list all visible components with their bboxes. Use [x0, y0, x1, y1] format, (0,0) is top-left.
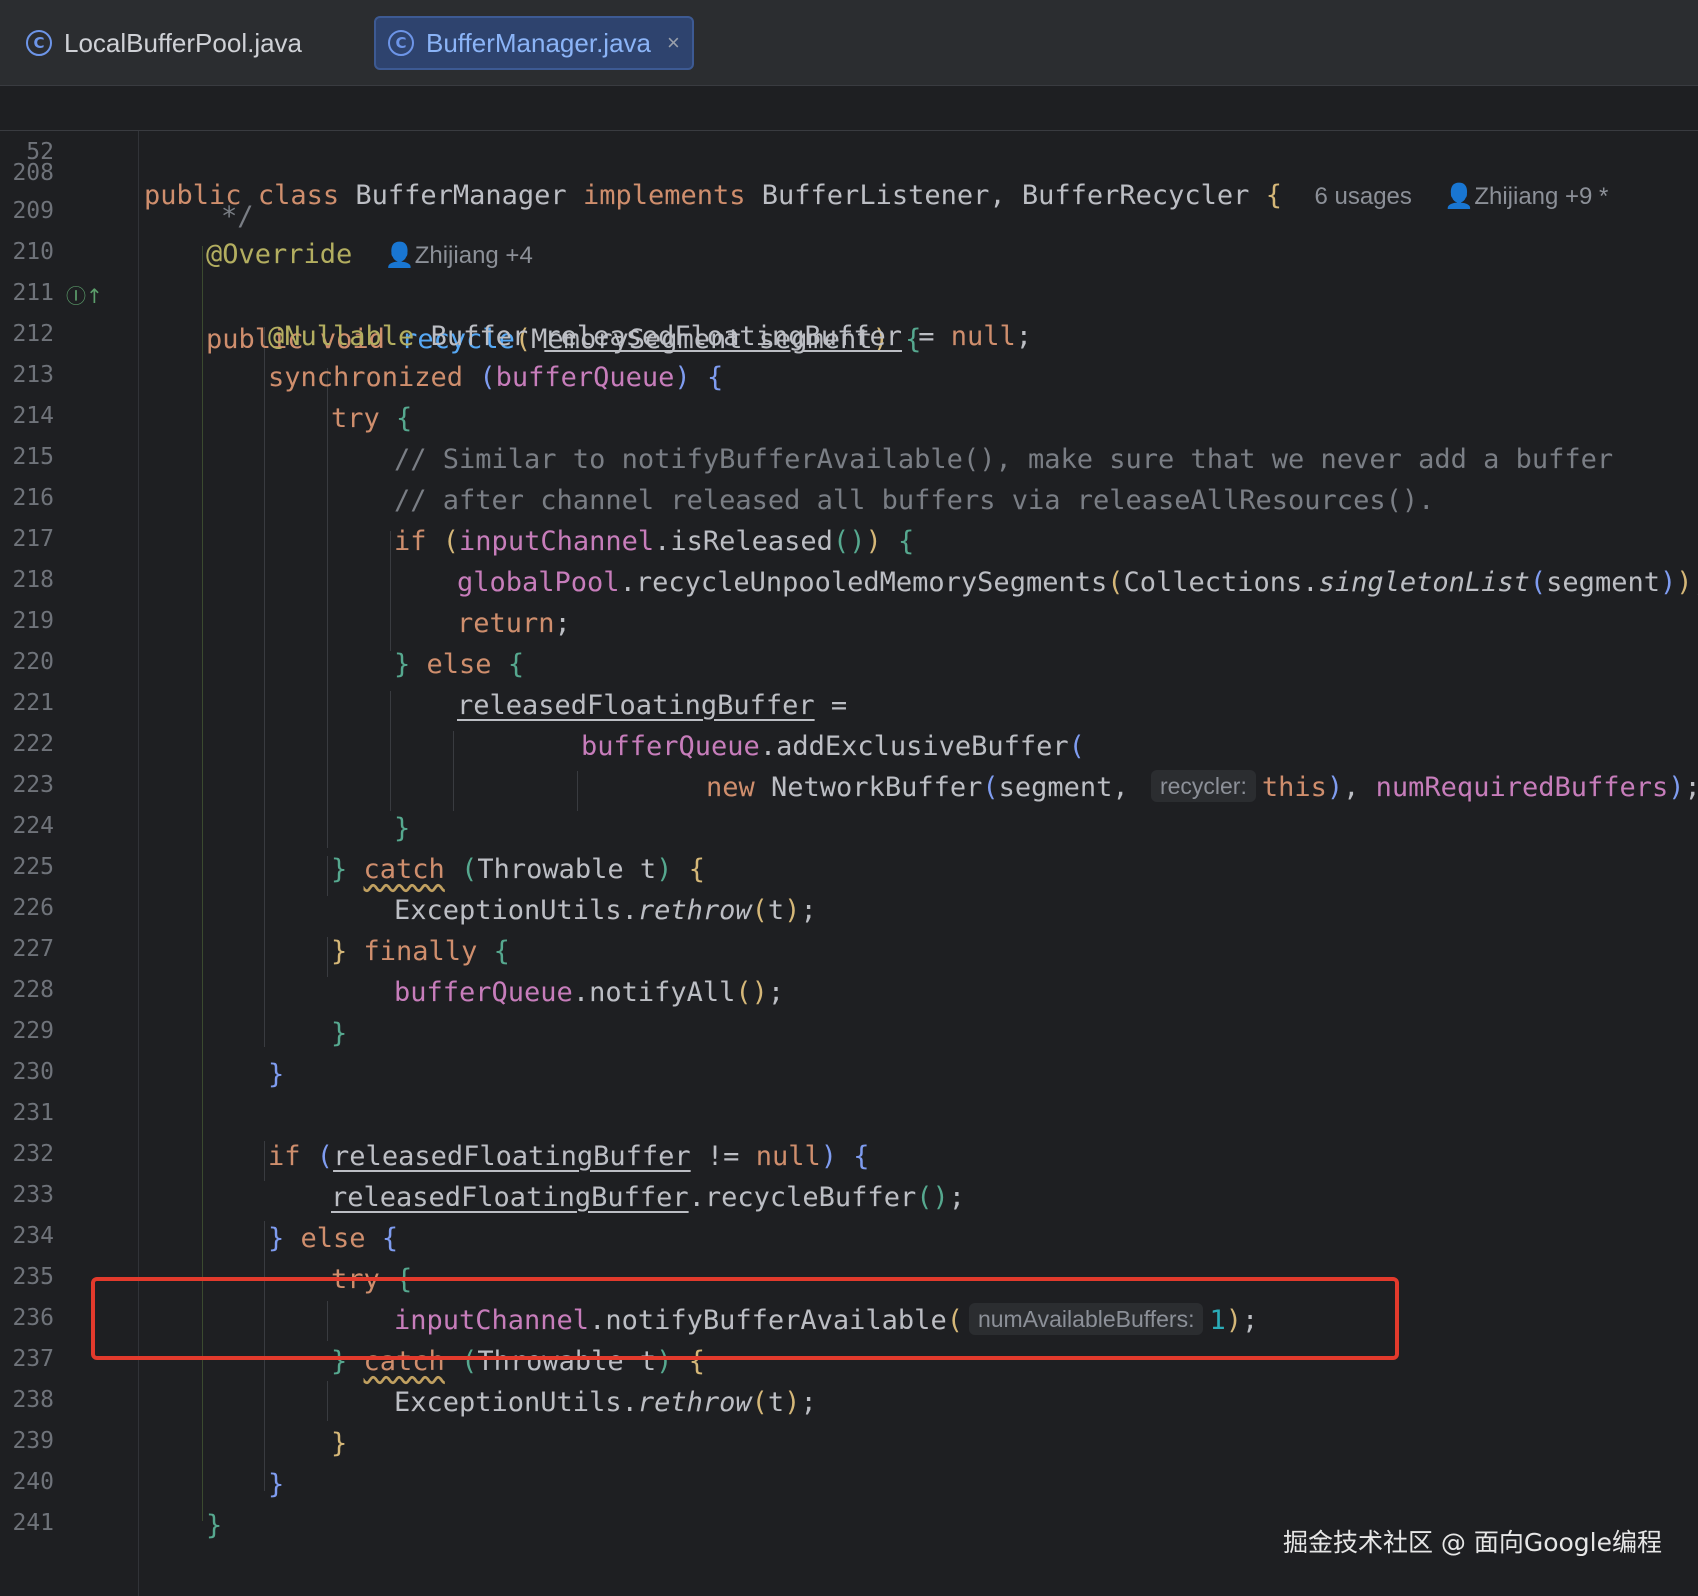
code-line: 234 try {: [12, 1223, 413, 1295]
code-line: 217 globalPool.recycleUnpooledMemorySegm…: [12, 526, 1698, 598]
tab-label: BufferManager.java: [426, 27, 651, 58]
code-line: 241: [12, 1510, 54, 1536]
code-line: 239 }: [12, 1428, 285, 1500]
close-icon[interactable]: ×: [667, 30, 680, 56]
editor-tab-bar: C LocalBufferPool.java C BufferManager.j…: [0, 0, 1698, 86]
code-line: 213 try {: [12, 362, 413, 434]
code-line: 224 } catch (Throwable t) {: [12, 813, 705, 885]
tab-local-buffer-pool[interactable]: C LocalBufferPool.java: [14, 16, 314, 70]
code-line: 235 inputChannel.notifyBufferAvailable(n…: [12, 1264, 1259, 1336]
tab-buffer-manager[interactable]: C BufferManager.java ×: [374, 16, 694, 70]
code-line: 223 }: [12, 772, 411, 844]
code-line: 225 ExceptionUtils.rethrow(t);: [12, 854, 817, 926]
class-icon: C: [26, 30, 52, 56]
code-line: 220 releasedFloatingBuffer =: [12, 649, 848, 721]
code-line: 231 if (releasedFloatingBuffer != null) …: [12, 1100, 870, 1172]
code-line: 240 }: [12, 1469, 223, 1541]
code-line: 219 } else {: [12, 608, 525, 680]
class-icon: C: [388, 30, 414, 56]
code-line: 209 @Override 👤Zhijiang +4: [12, 198, 533, 270]
code-line: 226 } finally {: [12, 895, 510, 967]
code-line: 215 // after channel released all buffer…: [12, 444, 1435, 516]
code-line: 227 bufferQueue.notifyAll();: [12, 936, 785, 1008]
watermark: 掘金技术社区 @ 面向Google编程: [1282, 1528, 1662, 1557]
code-line: 210 Ⓘ↑ public void recycle(MemorySegment…: [12, 239, 922, 355]
sticky-class-header: 52 public class BufferManager implements…: [0, 86, 1698, 211]
code-line: 222 new NetworkBuffer(segment, recycler:…: [12, 731, 1698, 803]
code-line: 218 return;: [12, 567, 571, 639]
code-line: 228 }: [12, 977, 348, 1049]
code-line: 232 releasedFloatingBuffer.recycleBuffer…: [12, 1141, 965, 1213]
code-line: 216 if (inputChannel.isReleased()) {: [12, 485, 915, 557]
tab-label: LocalBufferPool.java: [64, 27, 303, 58]
code-line: 211 @Nullable Buffer releasedFloatingBuf…: [12, 280, 1033, 352]
code-line: 221 bufferQueue.addExclusiveBuffer(: [12, 690, 1085, 762]
highlight-box: [91, 1277, 1399, 1360]
code-line: 233 } else {: [12, 1182, 399, 1254]
code-editor[interactable]: 208 */ 209 @Override 👤Zhijiang +4 210 Ⓘ↑…: [0, 131, 1698, 1596]
code-line: 214 // Similar to notifyBufferAvailable(…: [12, 403, 1614, 475]
code-line: 229 }: [12, 1018, 285, 1090]
code-line: 212 synchronized (bufferQueue) {: [12, 321, 724, 393]
code-line: 230: [12, 1059, 54, 1085]
